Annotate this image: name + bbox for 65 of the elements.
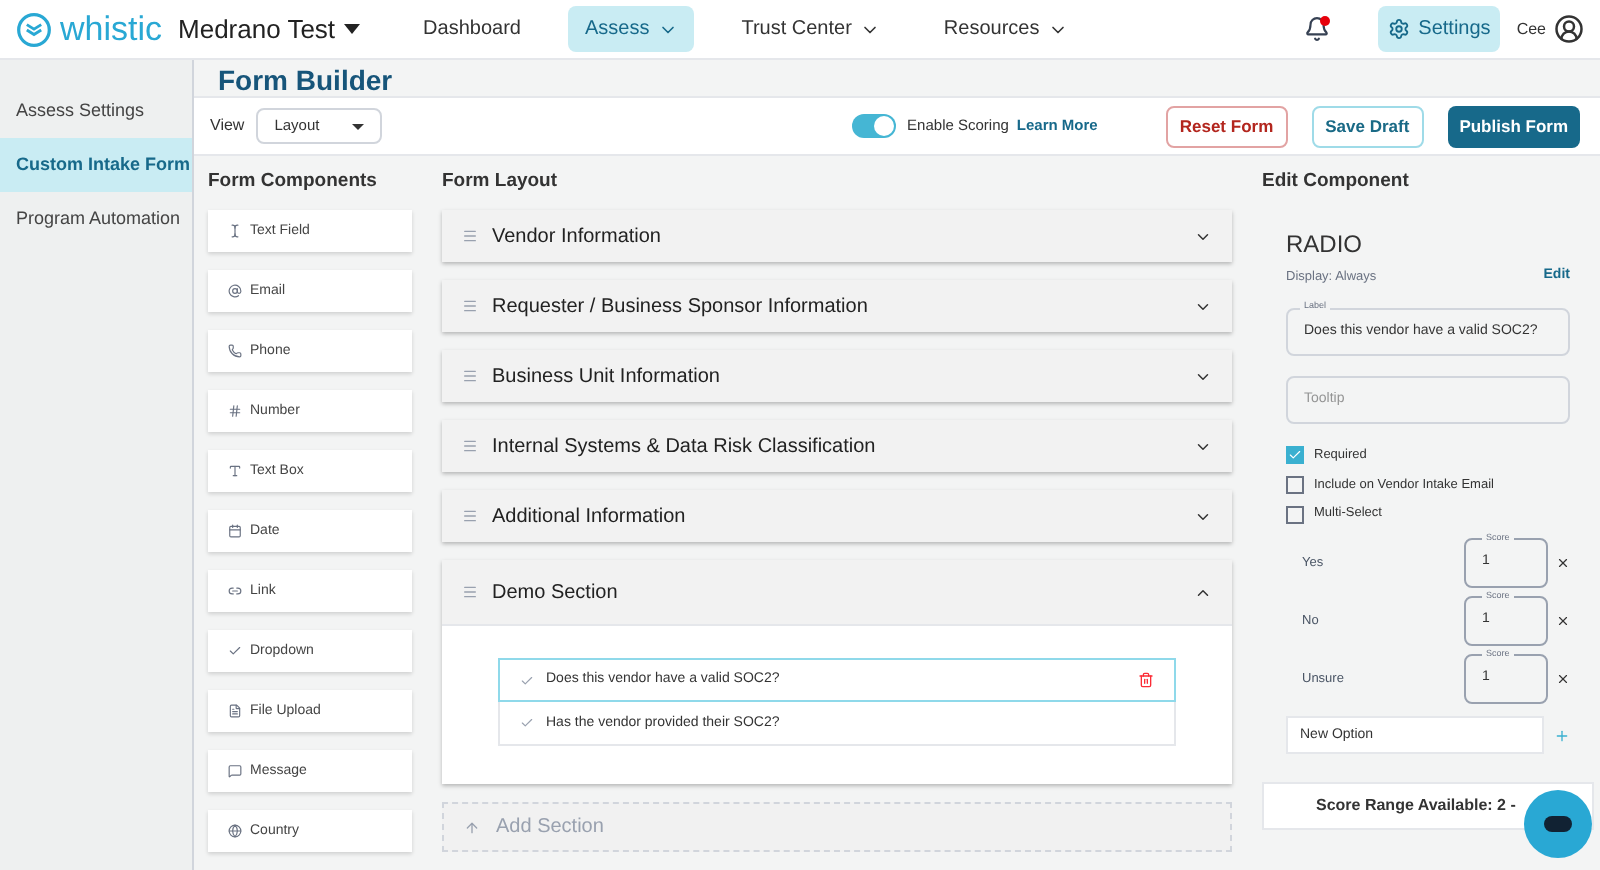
- file-icon: [228, 704, 242, 719]
- checkbox[interactable]: [1286, 475, 1304, 494]
- settings-button[interactable]: Settings: [1378, 6, 1501, 52]
- message-icon: [228, 764, 242, 779]
- nav-tab[interactable]: Dashboard: [407, 6, 537, 52]
- avatar-icon[interactable]: [1554, 14, 1584, 44]
- component-type: RADIO: [1286, 228, 1365, 263]
- drag-handle-icon[interactable]: [462, 228, 478, 245]
- score-range-text: Score Range Available: 2 -: [1316, 794, 1516, 818]
- check-icon: [520, 673, 534, 688]
- bell-icon[interactable]: [1304, 16, 1331, 42]
- logo-icon: [16, 11, 52, 47]
- drag-handle-icon[interactable]: [462, 584, 478, 601]
- check-icon: [228, 644, 242, 659]
- logo-wordmark: whistic: [60, 7, 163, 52]
- section-title: Additional Information: [492, 503, 688, 532]
- close-icon[interactable]: [1556, 614, 1570, 628]
- checkbox[interactable]: [1286, 505, 1304, 524]
- layout-section[interactable]: Vendor Information: [442, 210, 1232, 263]
- scoring-toggle[interactable]: [851, 114, 896, 138]
- nav-tab[interactable]: Trust Center: [725, 6, 896, 52]
- layout-section[interactable]: Internal Systems & Data Risk Classification: [442, 420, 1232, 473]
- drag-handle-icon[interactable]: [462, 438, 478, 455]
- letter-icon: [228, 464, 242, 479]
- layout-section[interactable]: Additional Information: [442, 490, 1232, 543]
- check-icon: [520, 716, 534, 731]
- nav-tab[interactable]: Resources: [927, 6, 1084, 52]
- toolbar-button[interactable]: Reset Form: [1165, 105, 1288, 147]
- section-title: Requester / Business Sponsor Information: [492, 293, 870, 322]
- text-cursor-icon: [228, 224, 242, 239]
- phone-icon: [228, 344, 242, 359]
- section-title: Business Unit Information: [492, 363, 722, 392]
- view-label: View: [210, 114, 245, 138]
- nav-tab[interactable]: Assess: [568, 6, 694, 52]
- toolbar-button[interactable]: Save Draft: [1311, 105, 1424, 147]
- section-heading: Form Layout: [442, 168, 560, 196]
- close-icon[interactable]: [1556, 556, 1570, 570]
- user-name: Cee: [1516, 17, 1546, 41]
- page-title: Form Builder: [218, 61, 393, 99]
- calendar-icon: [228, 524, 242, 539]
- section-heading: Edit Component: [1262, 168, 1411, 196]
- arrow-up-icon: [464, 819, 480, 836]
- drag-handle-icon[interactable]: [462, 298, 478, 315]
- toolbar-button[interactable]: Publish Form: [1447, 105, 1580, 147]
- at-sign-icon: [228, 284, 242, 299]
- close-icon[interactable]: [1556, 672, 1570, 686]
- workspace-dropdown[interactable]: Medrano Test: [178, 9, 360, 49]
- layout-section[interactable]: Business Unit Information: [442, 350, 1232, 403]
- checkbox[interactable]: [1286, 446, 1304, 465]
- link-icon: [228, 584, 242, 599]
- delete-icon[interactable]: [1138, 672, 1154, 689]
- gear-icon: [1388, 18, 1411, 40]
- sidebar-item[interactable]: Program Automation: [0, 192, 192, 246]
- sidebar-item[interactable]: Custom Intake Form: [0, 138, 192, 192]
- sidebar-item[interactable]: Assess Settings: [0, 84, 192, 138]
- hash-icon: [228, 404, 242, 419]
- chat-button[interactable]: [1524, 790, 1592, 858]
- drag-handle-icon[interactable]: [462, 368, 478, 385]
- section-title: Vendor Information: [492, 223, 663, 252]
- layout-section[interactable]: Requester / Business Sponsor Information: [442, 280, 1232, 333]
- drag-handle-icon[interactable]: [462, 508, 478, 525]
- section-title: Demo Section: [492, 579, 620, 608]
- section-title: Internal Systems & Data Risk Classification: [492, 433, 878, 462]
- section-heading: Form Components: [208, 168, 379, 196]
- globe-icon: [228, 824, 242, 839]
